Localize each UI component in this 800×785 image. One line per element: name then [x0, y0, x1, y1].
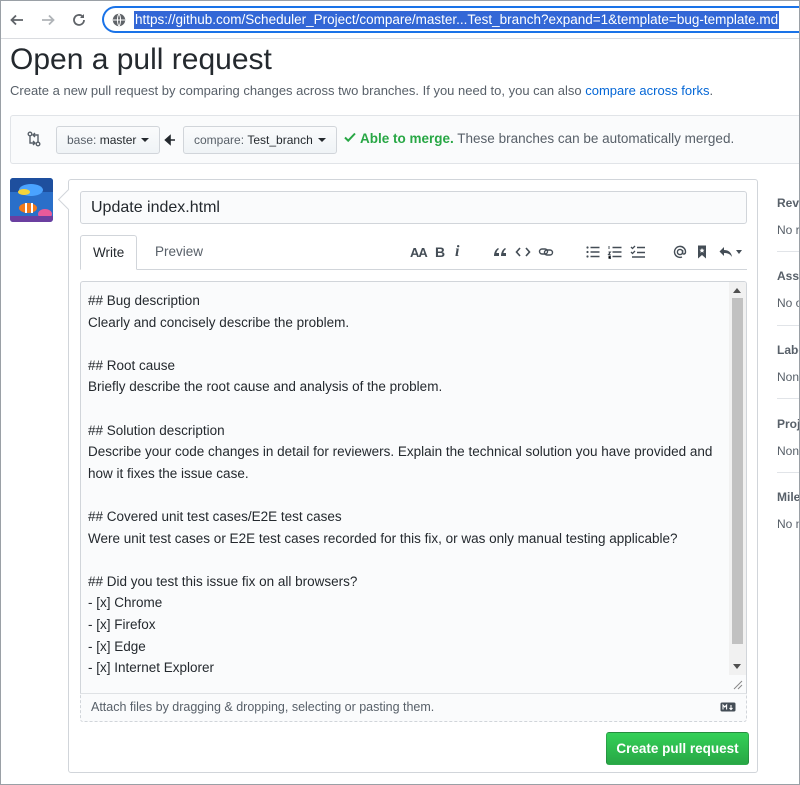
- sidebar-projects[interactable]: Proj Non: [777, 417, 800, 458]
- tab-write[interactable]: Write: [80, 235, 138, 270]
- sidebar-heading: Labe: [777, 343, 799, 357]
- sidebar-heading: Assi: [777, 269, 800, 283]
- compare-range-bar: base: master compare: Test_branch Able t…: [10, 115, 799, 164]
- merge-status-text: These branches can be automatically merg…: [457, 131, 735, 146]
- back-arrow-icon: [10, 14, 23, 26]
- sidebar-heading: Revi: [777, 196, 800, 210]
- tab-preview[interactable]: Preview: [143, 235, 215, 270]
- sidebar-milestone[interactable]: Mile No n: [777, 490, 800, 531]
- merge-status: Able to merge. These branches can be aut…: [344, 131, 734, 146]
- reply-icon: [719, 247, 732, 257]
- editor-tabs: Write Preview AA B i: [80, 235, 747, 270]
- page-title: Open a pull request: [10, 43, 272, 76]
- base-prefix: base:: [67, 133, 97, 147]
- attach-files-bar[interactable]: Attach files by dragging & dropping, sel…: [80, 693, 747, 722]
- sidebar-reviewers[interactable]: Revi No r: [777, 196, 800, 237]
- pull-request-form: Write Preview AA B i: [68, 179, 758, 773]
- page-description: Create a new pull request by comparing c…: [10, 83, 713, 98]
- saved-reply-button[interactable]: [694, 243, 710, 261]
- heading-button[interactable]: AA: [410, 243, 428, 261]
- reply-options-button[interactable]: [716, 243, 744, 261]
- scroll-up-arrow-icon[interactable]: [733, 288, 741, 293]
- sidebar-value: No o: [777, 296, 800, 310]
- mention-button[interactable]: [672, 243, 688, 261]
- description-text: Create a new pull request by comparing c…: [10, 83, 586, 98]
- task-list-button[interactable]: [630, 243, 646, 261]
- link-icon: [538, 248, 554, 256]
- git-compare-icon: [27, 131, 41, 147]
- sidebar-labels[interactable]: Labe Non: [777, 343, 800, 384]
- sidebar-divider: [777, 472, 799, 473]
- sidebar-value: No r: [777, 223, 800, 237]
- reload-icon: [73, 14, 85, 26]
- link-button[interactable]: [538, 243, 554, 261]
- compare-across-forks-link[interactable]: compare across forks: [585, 83, 709, 98]
- description-suffix: .: [709, 83, 714, 98]
- forward-button[interactable]: [36, 8, 60, 32]
- caret-down-icon: [736, 250, 742, 254]
- globe-icon: [112, 13, 126, 27]
- caret-down-icon: [317, 138, 326, 142]
- italic-button[interactable]: i: [455, 243, 459, 261]
- base-branch-name: master: [99, 133, 137, 147]
- quote-icon: [494, 248, 506, 256]
- sidebar-divider: [777, 325, 799, 326]
- markdown-icon[interactable]: [720, 702, 736, 712]
- attach-files-text: Attach files by dragging & dropping, sel…: [91, 700, 435, 714]
- mention-icon: [673, 245, 687, 259]
- avatar[interactable]: [10, 178, 53, 222]
- check-icon: [344, 132, 356, 143]
- pr-body-editor[interactable]: ## Bug description Clearly and concisely…: [80, 281, 747, 693]
- sidebar-divider: [777, 398, 799, 399]
- sidebar-value: Non: [777, 444, 800, 458]
- compare-prefix: compare:: [194, 133, 245, 147]
- reload-button[interactable]: [67, 8, 91, 32]
- code-button[interactable]: [515, 243, 531, 261]
- caret-down-icon: [141, 138, 150, 142]
- create-pull-request-button[interactable]: Create pull request: [606, 732, 749, 765]
- forward-arrow-icon: [42, 14, 55, 26]
- bulleted-list-button[interactable]: [585, 243, 601, 261]
- bulleted-list-icon: [586, 246, 600, 258]
- browser-toolbar: https://github.com/Scheduler_Project/com…: [1, 1, 799, 39]
- merge-ok-label: Able to merge.: [360, 131, 454, 146]
- sidebar-divider: [777, 251, 799, 252]
- sidebar-assignees[interactable]: Assi No o: [777, 269, 800, 310]
- code-icon: [515, 247, 531, 257]
- sidebar-value: Non: [777, 370, 800, 384]
- task-list-icon: [630, 245, 645, 258]
- scroll-down-arrow-icon[interactable]: [733, 664, 741, 669]
- pr-body-text[interactable]: ## Bug description Clearly and concisely…: [88, 290, 728, 679]
- address-bar[interactable]: https://github.com/Scheduler_Project/com…: [102, 6, 799, 33]
- back-button[interactable]: [5, 8, 29, 32]
- base-branch-select[interactable]: base: master: [56, 126, 161, 154]
- sidebar-heading: Mile: [777, 490, 800, 504]
- url-text[interactable]: https://github.com/Scheduler_Project/com…: [134, 11, 780, 29]
- scroll-thumb[interactable]: [732, 298, 743, 644]
- page-frame: https://github.com/Scheduler_Project/com…: [0, 0, 800, 785]
- bold-button[interactable]: B: [435, 243, 445, 261]
- sidebar-value: No n: [777, 517, 800, 531]
- avatar-image: [10, 178, 53, 222]
- resize-grip-icon[interactable]: [733, 680, 743, 690]
- bookmark-icon: [698, 245, 706, 259]
- pr-title-input[interactable]: [80, 191, 747, 224]
- arrow-left-icon: [164, 134, 175, 146]
- numbered-list-button[interactable]: [607, 243, 623, 261]
- sidebar-heading: Proj: [777, 417, 800, 431]
- compare-branch-name: Test_branch: [247, 133, 313, 147]
- compare-branch-select[interactable]: compare: Test_branch: [183, 126, 337, 154]
- quote-button[interactable]: [492, 243, 508, 261]
- numbered-list-icon: [607, 246, 622, 259]
- editor-scrollbar[interactable]: [729, 282, 746, 675]
